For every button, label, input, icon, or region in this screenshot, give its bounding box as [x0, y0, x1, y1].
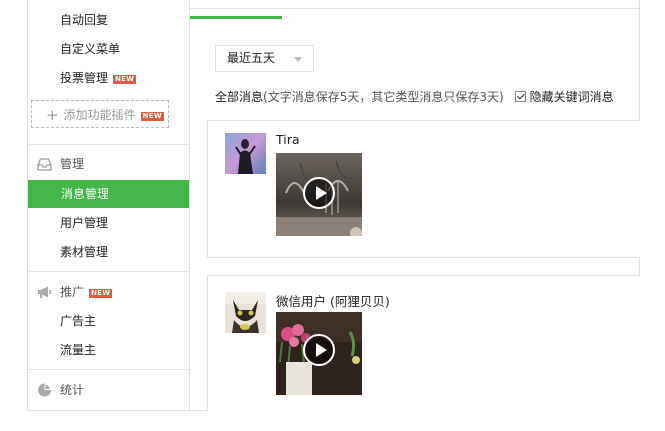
video-thumbnail[interactable]	[276, 153, 362, 236]
sidebar-item-label: 用户管理	[60, 216, 109, 230]
message-item: 微信用户 (阿狸贝贝)	[207, 275, 640, 411]
avatar[interactable]	[225, 292, 266, 333]
message-username: Tira	[276, 132, 300, 147]
retention-note: (文字消息保存5天，其它类型消息只保存3天)	[263, 90, 504, 104]
play-icon[interactable]	[303, 334, 335, 366]
message-filter-bar: 全部消息(文字消息保存5天，其它类型消息只保存3天) 隐藏关键词消息	[215, 88, 614, 106]
sidebar-section-promote: 推广 NEW	[27, 278, 189, 306]
user-avatar-image	[225, 292, 266, 333]
sidebar-item-label: 素材管理	[60, 245, 109, 259]
megaphone-icon	[38, 286, 52, 298]
sidebar-section-manage: 管理	[27, 150, 189, 178]
avatar[interactable]	[225, 133, 266, 174]
user-avatar-image	[225, 133, 266, 174]
section-title: 推广	[60, 285, 85, 299]
inbox-icon	[37, 158, 52, 171]
tab-bar-line	[190, 8, 640, 9]
plus-icon: +	[46, 106, 59, 124]
message-item: Tira	[207, 120, 640, 258]
sidebar-item-advertiser[interactable]: 广告主	[27, 307, 189, 335]
sidebar-item-label: 流量主	[60, 343, 97, 357]
sidebar-item-label: 投票管理	[60, 71, 109, 85]
add-plugin-button[interactable]: + 添加功能插件 NEW	[31, 100, 169, 128]
sidebar-divider	[27, 369, 189, 370]
sidebar-item-messages[interactable]: 消息管理	[28, 180, 189, 208]
date-range-value: 最近五天	[227, 51, 276, 65]
sidebar-item-label: 自定义菜单	[60, 42, 121, 56]
hide-keyword-label[interactable]: 隐藏关键词消息	[530, 90, 614, 104]
sidebar-item-users[interactable]: 用户管理	[27, 209, 189, 237]
sidebar-item-custom-menu[interactable]: 自定义菜单	[27, 35, 189, 63]
date-range-select[interactable]: 最近五天	[215, 45, 314, 72]
sidebar-item-label: 消息管理	[61, 187, 110, 201]
chevron-down-icon	[294, 57, 302, 62]
sidebar-item-label: 自动回复	[60, 13, 109, 27]
hide-keyword-checkbox[interactable]	[514, 91, 526, 102]
sidebar-item-publisher[interactable]: 流量主	[27, 336, 189, 364]
section-title: 统计	[60, 383, 85, 397]
sidebar-item-vote[interactable]: 投票管理 NEW	[27, 64, 189, 92]
new-badge: NEW	[89, 289, 113, 298]
pie-chart-icon	[38, 383, 51, 397]
video-thumbnail[interactable]	[276, 312, 362, 395]
sidebar-divider	[27, 271, 189, 272]
sidebar-item-auto-reply[interactable]: 自动回复	[27, 6, 189, 34]
message-username: 微信用户 (阿狸贝贝)	[276, 294, 390, 309]
new-badge: NEW	[140, 112, 164, 121]
active-tab-indicator	[190, 16, 282, 19]
play-icon[interactable]	[303, 177, 335, 209]
sidebar-section-stats[interactable]: 统计	[27, 376, 189, 404]
sidebar-item-materials[interactable]: 素材管理	[27, 238, 189, 266]
sidebar-divider	[27, 144, 189, 145]
new-badge: NEW	[113, 75, 137, 84]
add-plugin-label: 添加功能插件	[63, 108, 136, 122]
all-messages-link[interactable]: 全部消息	[215, 90, 263, 104]
sidebar: 自动回复 自定义菜单 投票管理 NEW + 添加功能插件 NEW 管理 消息管理 用户…	[27, 0, 190, 411]
section-title: 管理	[60, 157, 85, 171]
sidebar-item-label: 广告主	[60, 314, 97, 328]
